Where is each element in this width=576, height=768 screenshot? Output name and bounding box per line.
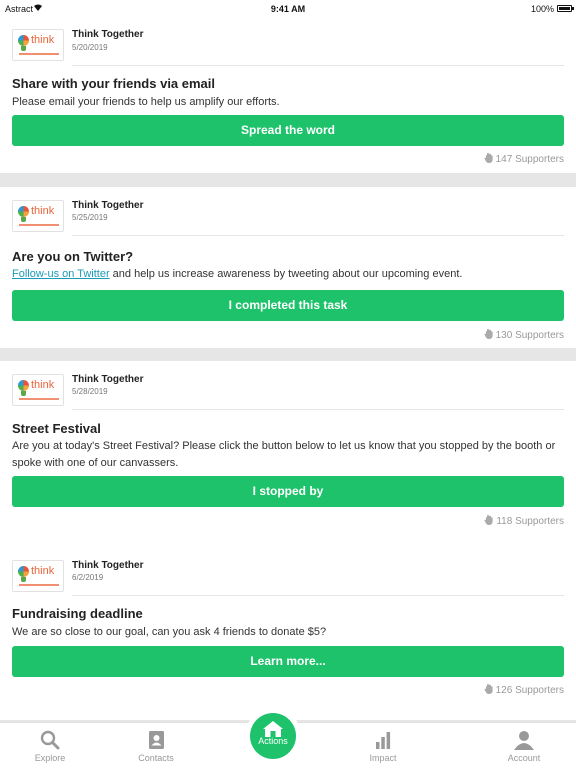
org-logo: think (12, 200, 64, 232)
org-logo: think (12, 374, 64, 406)
lightbulb-icon (18, 35, 29, 46)
supporters-label: 147 Supporters (495, 154, 564, 165)
raised-hand-icon (484, 684, 493, 694)
logo-wordmark: think (31, 565, 55, 577)
task-description: We are so close to our goal, can you ask… (12, 626, 327, 638)
spread-the-word-button[interactable]: Spread the word (12, 115, 564, 146)
raised-hand-icon (484, 153, 493, 163)
task-description-text: and help us increase awareness by tweeti… (109, 268, 463, 280)
follow-twitter-link[interactable]: Follow-us on Twitter (12, 268, 110, 280)
supporters-count: 126 Supporters (484, 684, 564, 696)
org-name[interactable]: Think Together (72, 29, 143, 40)
battery-icon (557, 5, 574, 12)
action-card: think Think Together 6/2/2019 Fundraisin… (0, 548, 576, 720)
supporters-count: 147 Supporters (484, 153, 564, 165)
raised-hand-icon (484, 515, 493, 525)
battery-percent: 100% (530, 4, 554, 14)
tab-label: Account (507, 753, 541, 763)
logo-wordmark: think (31, 205, 55, 217)
post-date: 5/20/2019 (72, 43, 108, 52)
task-title: Share with your friends via email (12, 76, 216, 91)
org-name[interactable]: Think Together (72, 560, 143, 571)
tab-contacts[interactable]: Contacts (106, 723, 206, 768)
tab-impact[interactable]: Impact (333, 723, 433, 768)
task-title: Street Festival (12, 421, 101, 436)
supporters-label: 126 Supporters (495, 685, 564, 696)
tab-explore[interactable]: Explore (0, 723, 100, 768)
supporters-count: 118 Supporters (484, 515, 564, 527)
tab-label: Contacts (138, 753, 174, 763)
org-logo: think (12, 560, 64, 592)
lightbulb-icon (18, 206, 29, 217)
raised-hand-icon (484, 329, 493, 339)
tab-label: Actions (258, 736, 288, 746)
task-title: Fundraising deadline (12, 606, 143, 621)
action-card: think Think Together 5/20/2019 Share wit… (0, 18, 576, 173)
divider (72, 409, 564, 410)
stopped-by-button[interactable]: I stopped by (12, 476, 564, 507)
tab-account[interactable]: Account (474, 723, 574, 768)
search-icon (40, 730, 60, 750)
org-name[interactable]: Think Together (72, 374, 143, 385)
action-card: think Think Together 5/25/2019 Are you o… (0, 187, 576, 348)
task-title: Are you on Twitter? (12, 249, 134, 264)
task-completed-button[interactable]: I completed this task (12, 290, 564, 321)
lightbulb-icon (18, 380, 29, 391)
divider (72, 65, 564, 66)
lightbulb-icon (18, 566, 29, 577)
clock: 9:41 AM (270, 4, 306, 14)
task-description: Are you at today's Street Festival? Plea… (12, 440, 556, 469)
tab-actions[interactable]: Actions (245, 708, 301, 764)
post-date: 5/25/2019 (72, 213, 108, 222)
tab-label: Impact (369, 753, 397, 763)
divider (72, 235, 564, 236)
supporters-count: 130 Supporters (484, 329, 564, 341)
status-bar: Astract 9:41 AM 100% (0, 0, 576, 18)
tab-label: Explore (34, 753, 66, 763)
logo-wordmark: think (31, 34, 55, 46)
supporters-label: 130 Supporters (495, 330, 564, 341)
user-icon (514, 731, 534, 750)
action-card: think Think Together 5/28/2019 Street Fe… (0, 361, 576, 550)
task-description: Follow-us on Twitter and help us increas… (12, 266, 564, 283)
org-name[interactable]: Think Together (72, 200, 143, 211)
learn-more-button[interactable]: Learn more... (12, 646, 564, 677)
logo-wordmark: think (31, 379, 55, 391)
org-logo: think (12, 29, 64, 61)
bar-chart-icon (376, 732, 391, 749)
supporters-label: 118 Supporters (496, 516, 564, 527)
task-description: Please email your friends to help us amp… (12, 96, 280, 108)
post-date: 5/28/2019 (72, 387, 108, 396)
post-date: 6/2/2019 (72, 573, 104, 582)
contact-book-icon (149, 731, 164, 749)
divider (72, 595, 564, 596)
